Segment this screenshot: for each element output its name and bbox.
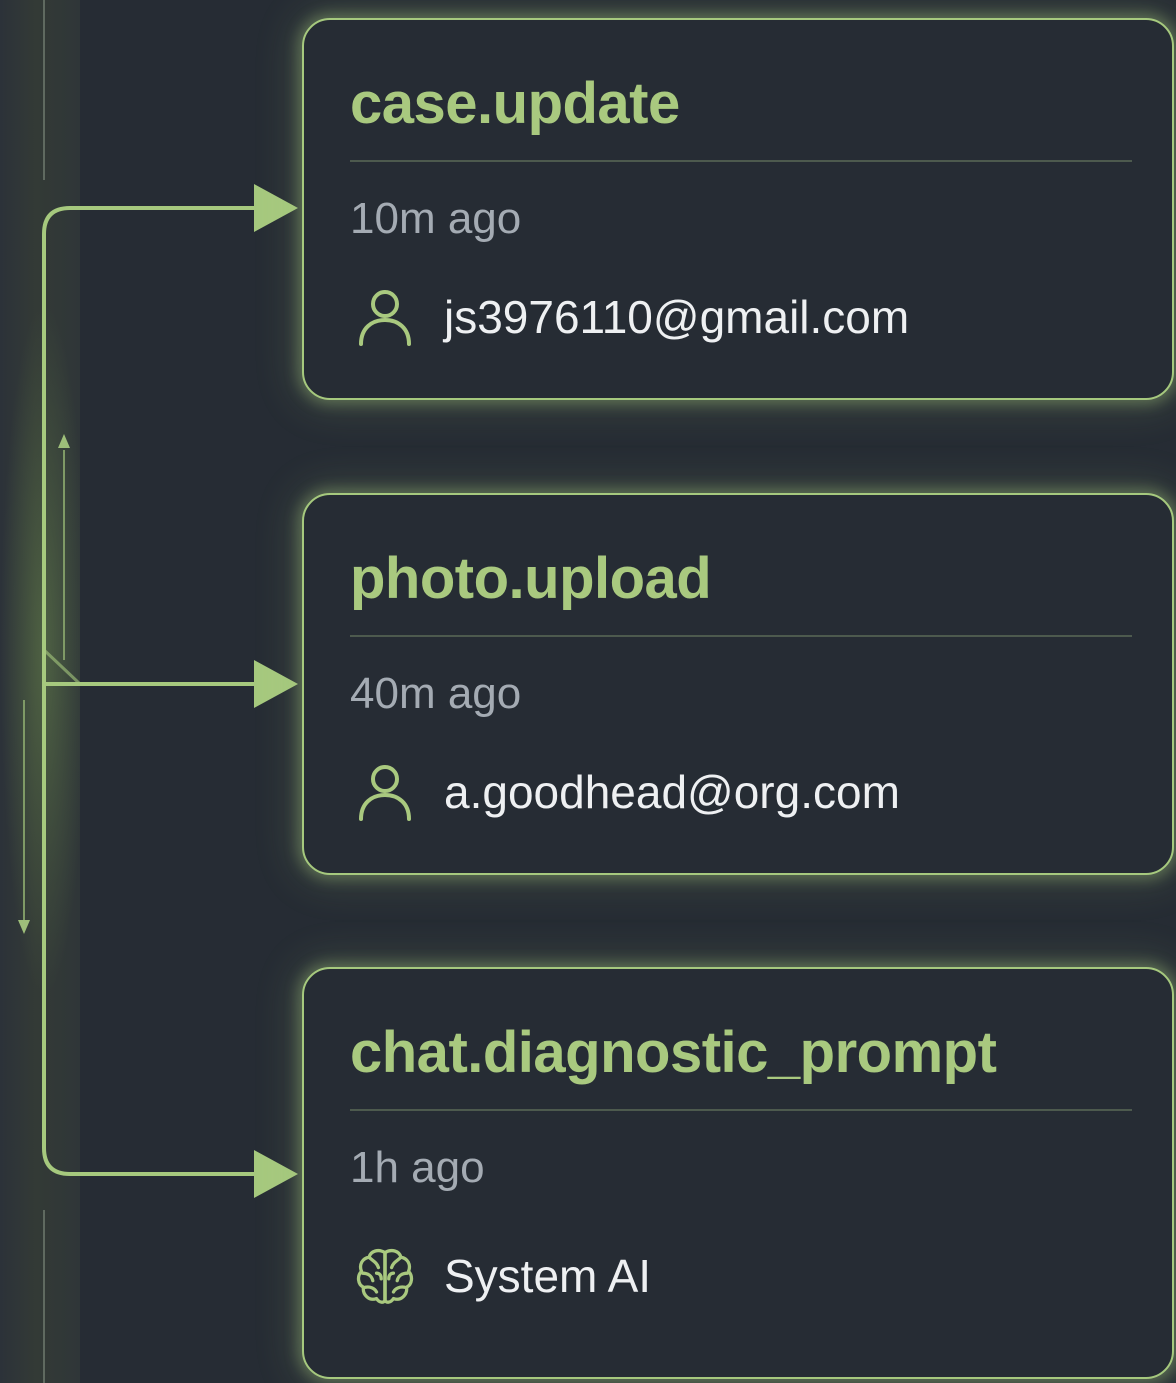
card-divider xyxy=(350,1109,1132,1111)
event-title: photo.upload xyxy=(350,546,712,611)
event-timestamp: 40m ago xyxy=(350,669,522,718)
event-actor: System AI xyxy=(354,1241,651,1311)
connector-branch-glow xyxy=(42,648,82,686)
actor-email: a.goodhead@org.com xyxy=(444,766,900,818)
event-title: case.update xyxy=(350,71,680,136)
event-card[interactable]: chat.diagnostic_prompt 1h ago System AI xyxy=(302,967,1174,1379)
event-card[interactable]: photo.upload 40m ago a.goodhead@org.com xyxy=(302,493,1174,875)
arrow-head-icon xyxy=(254,660,298,708)
actor-email: js3976110@gmail.com xyxy=(444,291,910,343)
event-card[interactable]: case.update 10m ago js3976110@gmail.com xyxy=(302,18,1174,400)
actor-name: System AI xyxy=(444,1250,652,1302)
user-icon xyxy=(354,284,416,350)
card-divider xyxy=(350,160,1132,162)
card-divider xyxy=(350,635,1132,637)
event-actor: a.goodhead@org.com xyxy=(354,757,900,827)
event-actor: js3976110@gmail.com xyxy=(354,282,909,352)
arrow-head-icon xyxy=(254,184,298,232)
arrow-head-icon xyxy=(254,1150,298,1198)
rail-up-arrow-icon xyxy=(58,434,70,448)
rail-down-arrow-icon xyxy=(18,920,30,934)
event-title: chat.diagnostic_prompt xyxy=(350,1020,997,1085)
connector-trunk xyxy=(42,206,256,1176)
event-timestamp: 10m ago xyxy=(350,194,522,243)
event-timestamp: 1h ago xyxy=(350,1143,485,1192)
user-icon xyxy=(354,759,416,825)
brain-icon xyxy=(354,1243,416,1309)
